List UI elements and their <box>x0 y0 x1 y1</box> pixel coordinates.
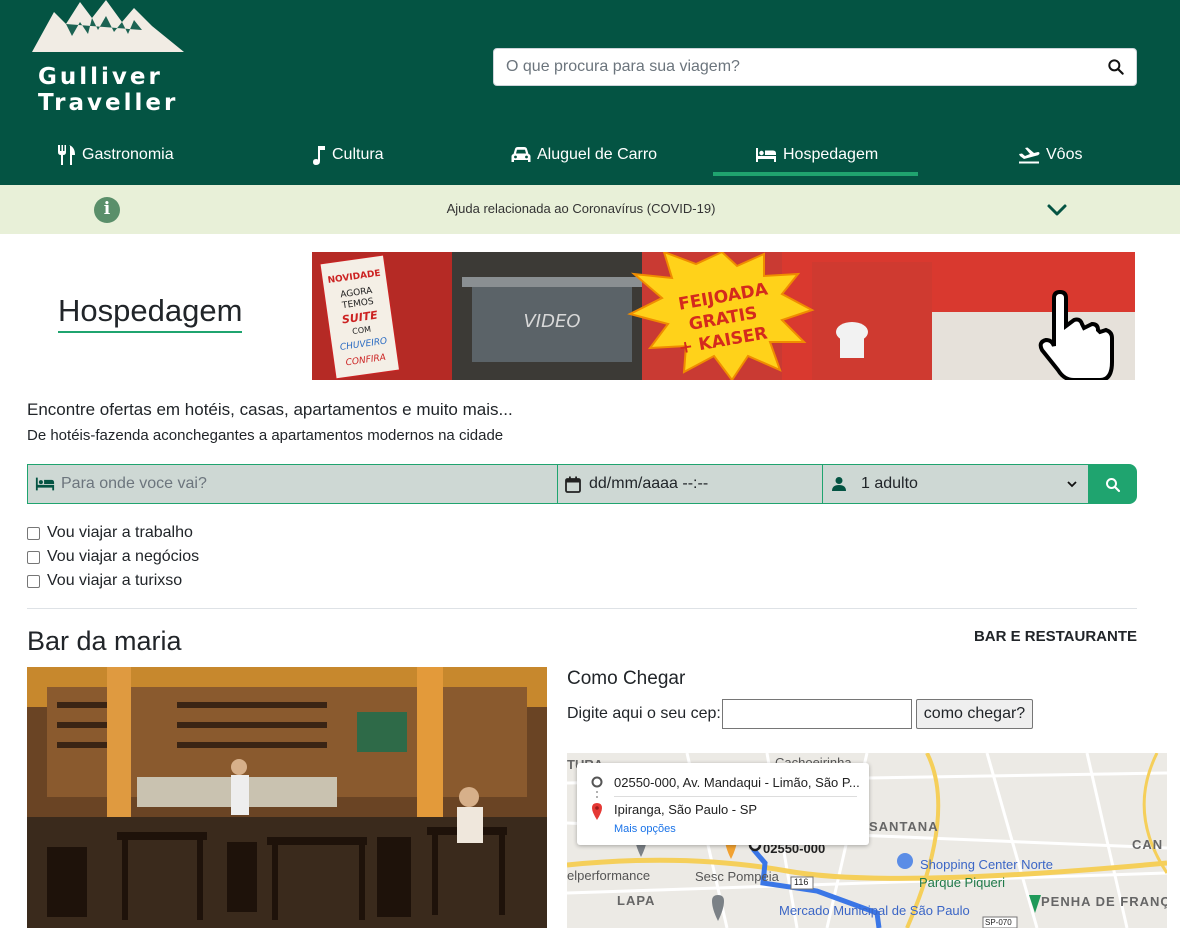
brand-line-1: Gulliver <box>38 64 163 90</box>
active-tab-indicator <box>713 172 918 176</box>
cep-label: Digite aqui o seu cep: <box>567 705 721 722</box>
main-nav: Gastronomia Cultura Aluguel de Carro Hos… <box>0 135 1180 180</box>
brand-line-2: Traveller <box>38 90 179 116</box>
calendar-icon <box>565 476 581 493</box>
trip-type-option[interactable]: Vou viajar a turixso <box>27 569 199 593</box>
nav-item-cultura[interactable]: Cultura <box>312 135 384 175</box>
nav-label: Hospedagem <box>783 146 879 163</box>
search-icon[interactable] <box>1106 57 1126 77</box>
intro-subtitle: De hotéis-fazenda aconchegantes a aparta… <box>27 427 504 444</box>
bed-icon <box>756 148 776 162</box>
place-category: BAR E RESTAURANTE <box>973 628 1137 645</box>
map-label: SP-070 <box>985 918 1012 927</box>
checkbox[interactable] <box>27 550 40 564</box>
search-submit-button[interactable] <box>1088 464 1137 504</box>
more-options-link[interactable]: Mais opções <box>614 823 676 835</box>
site-header: Gulliver Traveller Gastronomia Cultura <box>0 0 1180 185</box>
bed-icon <box>35 477 55 491</box>
chevron-down-icon[interactable] <box>1046 201 1068 219</box>
map-label: Sesc Pompeia <box>695 869 779 884</box>
nav-label: Vôos <box>1046 146 1083 163</box>
plane-icon <box>1019 147 1040 164</box>
place-name: Bar da maria <box>27 626 182 656</box>
guests-value: 1 adulto <box>861 475 918 492</box>
date-input[interactable]: dd/mm/aaaa --:-- <box>589 475 708 493</box>
map-label: SANTANA <box>869 819 939 834</box>
global-search-input[interactable] <box>506 56 1086 78</box>
nav-item-gastronomia[interactable]: Gastronomia <box>56 135 174 175</box>
checkbox-label: Vou viajar a trabalho <box>47 524 193 541</box>
route-origin: 02550-000, Av. Mandaqui - Limão, São P..… <box>614 775 859 790</box>
route-markers-icon <box>591 776 603 820</box>
checkbox-label: Vou viajar a turixso <box>47 572 183 589</box>
chevron-down-icon <box>1067 481 1077 488</box>
nav-item-aluguel-de-carro[interactable]: Aluguel de Carro <box>511 135 657 175</box>
destination-field <box>27 464 558 504</box>
trip-type-options: Vou viajar a trabalho Vou viajar a negóc… <box>27 521 199 593</box>
trip-type-option[interactable]: Vou viajar a trabalho <box>27 521 199 545</box>
destination-input[interactable] <box>61 475 531 493</box>
route-button[interactable]: como chegar? <box>916 699 1033 729</box>
person-icon <box>832 477 846 491</box>
map-label: CAN <box>1132 837 1164 852</box>
nav-item-voos[interactable]: Vôos <box>1018 135 1082 175</box>
nav-item-hospedagem[interactable]: Hospedagem <box>755 135 878 175</box>
card-divider <box>614 796 857 797</box>
search-icon <box>1106 478 1121 493</box>
checkbox[interactable] <box>27 574 40 588</box>
route-destination: Ipiranga, São Paulo - SP <box>614 802 758 817</box>
map-label: Shopping Center Norte <box>920 857 1053 872</box>
brand-name: Gulliver Traveller <box>38 64 178 116</box>
nav-label: Aluguel de Carro <box>537 146 658 163</box>
map-label: PENHA DE FRANÇA <box>1041 894 1167 909</box>
map-label: elperformance <box>567 868 651 883</box>
route-title: Como Chegar <box>567 668 686 689</box>
directions-card: 02550-000, Av. Mandaqui - Limão, São P..… <box>577 763 869 845</box>
promo-banner[interactable]: NOVIDADE AGORA TEMOS SUITE COM CHUVEIRO … <box>312 252 1135 380</box>
video-sign: VIDEO <box>523 311 580 332</box>
place-photo <box>27 667 547 928</box>
guests-select[interactable]: 1 adulto <box>822 464 1089 504</box>
site-logo[interactable]: Gulliver Traveller <box>28 0 188 120</box>
cep-input[interactable] <box>722 699 912 729</box>
utensils-icon <box>58 145 75 165</box>
map-label: LAPA <box>617 893 656 908</box>
date-field[interactable]: dd/mm/aaaa --:-- <box>557 464 823 504</box>
covid-notice-text: Ajuda relacionada ao Coronavírus (COVID-… <box>446 201 716 216</box>
car-icon <box>511 147 531 162</box>
map-label: 116 <box>794 877 809 887</box>
trip-type-option[interactable]: Vou viajar a negócios <box>27 545 199 569</box>
covid-notice-bar[interactable]: i Ajuda relacionada ao Coronavírus (COVI… <box>0 185 1180 234</box>
music-note-icon <box>313 146 325 165</box>
mountain-logo-icon <box>32 0 184 52</box>
booking-form: dd/mm/aaaa --:-- 1 adulto <box>27 464 1137 504</box>
map-label: Mercado Municipal de São Paulo <box>779 903 970 918</box>
nav-label: Cultura <box>332 146 384 163</box>
checkbox[interactable] <box>27 526 40 540</box>
map-label: Parque Piqueri <box>919 875 1005 890</box>
promo-banner-image: NOVIDADE AGORA TEMOS SUITE COM CHUVEIRO … <box>312 252 1135 380</box>
route-map[interactable]: Cachoeirinha SANTANA Shopping Center Nor… <box>567 753 1167 928</box>
page-title: Hospedagem <box>58 293 243 333</box>
restaurant-interior-image <box>27 667 547 928</box>
section-divider <box>27 608 1137 609</box>
nav-label: Gastronomia <box>82 146 174 163</box>
intro-headline: Encontre ofertas em hotéis, casas, apart… <box>27 400 513 419</box>
checkbox-label: Vou viajar a negócios <box>47 548 200 565</box>
global-search <box>493 48 1137 86</box>
